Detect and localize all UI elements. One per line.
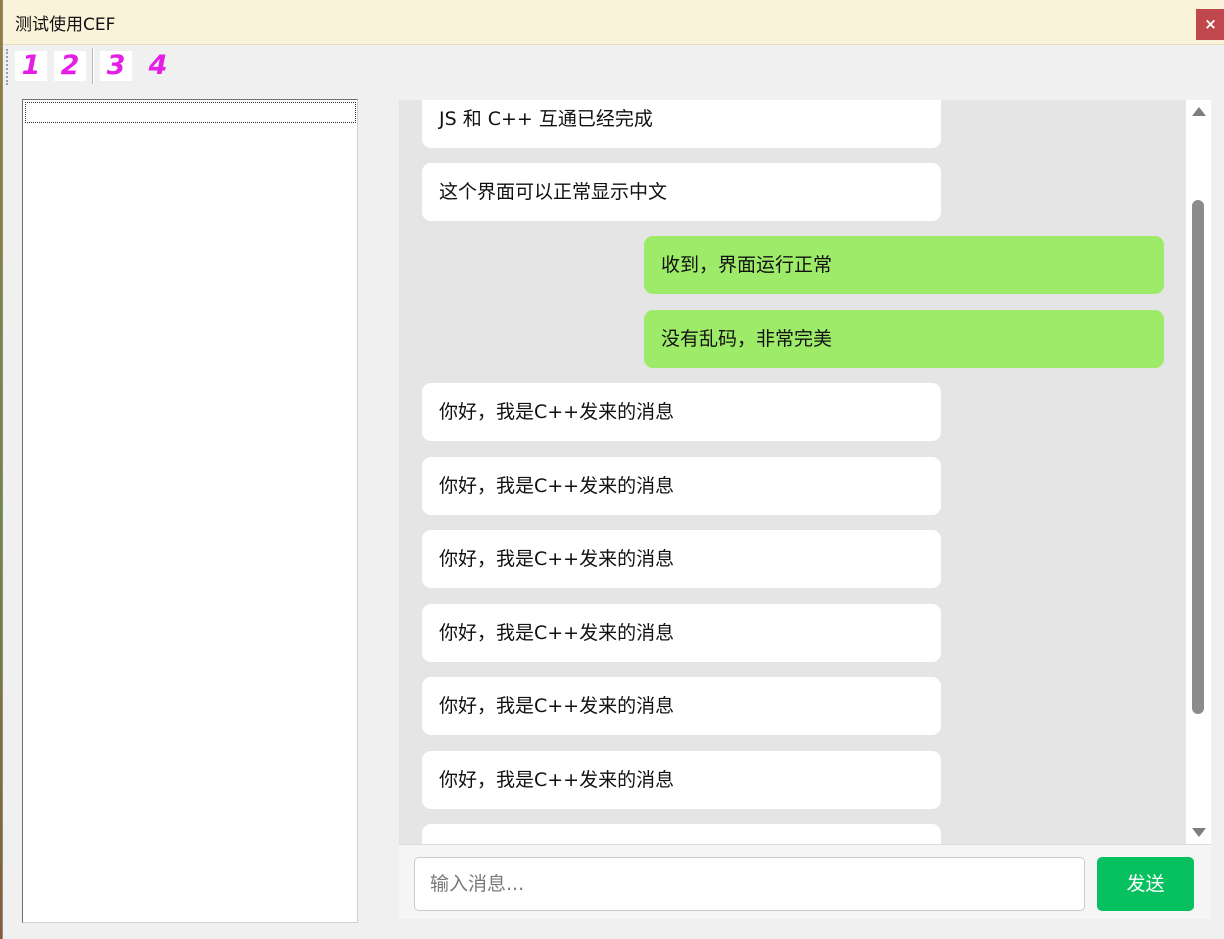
toolbar-grip[interactable] (6, 49, 10, 85)
toolbar-button-3[interactable]: 3 (100, 51, 132, 81)
chat-message: 你好，我是C++发来的消息 (422, 604, 941, 662)
chat-message: 你好，我是C++发来的消息 (422, 677, 941, 735)
toolbar-separator (92, 48, 94, 84)
message-input[interactable] (414, 857, 1085, 911)
chat-message: 你好，我是C++发来的消息 (422, 457, 941, 515)
title-bar[interactable]: 测试使用CEF × (3, 0, 1224, 45)
toolbar-button-4[interactable]: 4 (142, 51, 174, 81)
chat-message: 你好，我是C++发来的消息 (422, 530, 941, 588)
toolbar-button-2[interactable]: 2 (54, 51, 86, 81)
chat-message: JS 和 C++ 互通已经完成 (422, 100, 941, 148)
send-button[interactable]: 发送 (1097, 857, 1194, 911)
scroll-up-arrow-icon[interactable] (1192, 107, 1206, 116)
list-focus-row[interactable] (25, 102, 356, 123)
chat-message-area[interactable]: JS 和 C++ 互通已经完成 这个界面可以正常显示中文 收到，界面运行正常 没… (399, 100, 1186, 844)
toolbar: 1 2 3 4 (3, 45, 1224, 88)
window-title: 测试使用CEF (15, 15, 116, 35)
chat-message (422, 824, 941, 844)
chat-message-outgoing: 收到，界面运行正常 (644, 236, 1164, 294)
scrollbar-thumb[interactable] (1192, 200, 1204, 714)
chat-message: 你好，我是C++发来的消息 (422, 751, 941, 809)
scroll-down-arrow-icon[interactable] (1192, 828, 1206, 837)
chat-message: 你好，我是C++发来的消息 (422, 383, 941, 441)
close-button[interactable]: × (1196, 9, 1224, 40)
toolbar-button-1[interactable]: 1 (15, 51, 47, 81)
chat-scrollbar[interactable] (1186, 100, 1211, 844)
main-window: 测试使用CEF × 1 2 3 4 JS 和 C++ 互通已经完成 这个界面可以… (2, 0, 1224, 939)
left-list-panel[interactable] (22, 99, 358, 923)
composer-bar: 发送 (399, 844, 1211, 919)
chat-message: 这个界面可以正常显示中文 (422, 163, 941, 221)
chat-message-outgoing: 没有乱码，非常完美 (644, 310, 1164, 368)
